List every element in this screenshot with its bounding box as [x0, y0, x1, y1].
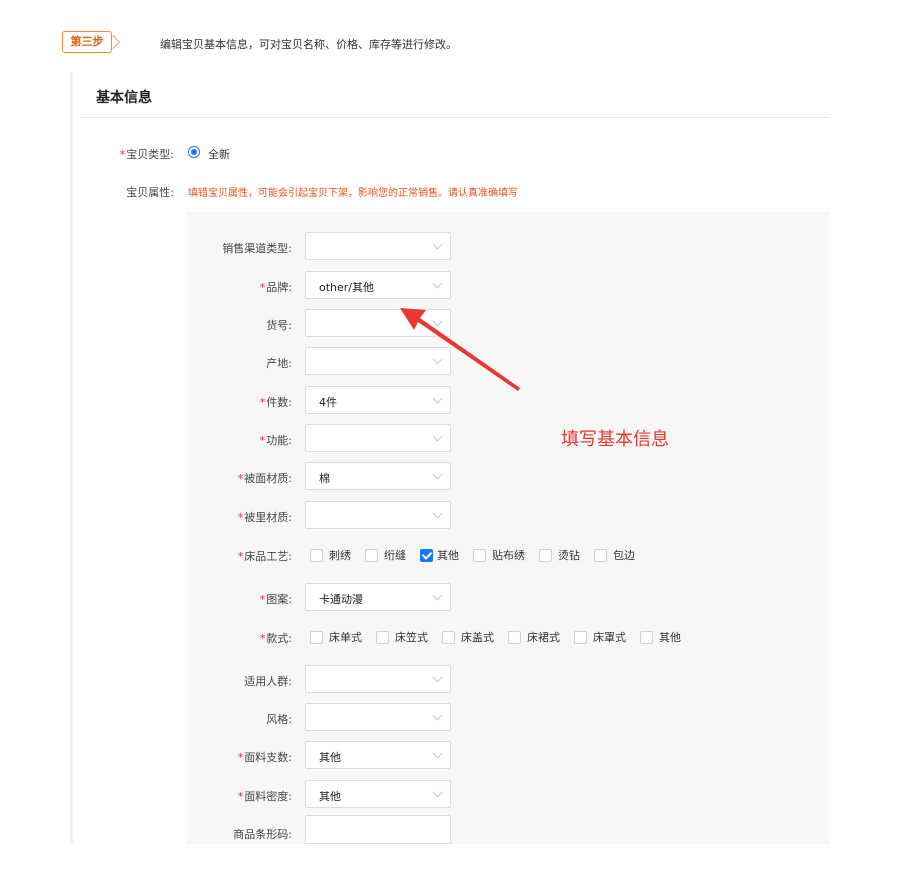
craft-checkbox-0[interactable] [310, 548, 323, 562]
style-checkbox-5[interactable] [640, 630, 653, 644]
step-badge: 第三步 [62, 31, 112, 53]
style-options: 床单式 床笠式 床盖式 床裙式 床罩式 其他 [310, 629, 695, 645]
style-option-label: 床裙式 [527, 631, 560, 644]
barcode-label: 商品条形码: [233, 828, 292, 841]
annotation-text: 填写基本信息 [561, 429, 669, 450]
style-option-label: 其他 [659, 631, 681, 644]
brand-select[interactable]: other/其他 [305, 271, 451, 299]
item-type-radio-new[interactable] [188, 146, 200, 158]
piece-count-label: *件数: [259, 396, 292, 409]
craft-option-label: 刺绣 [329, 549, 351, 562]
step-description: 编辑宝贝基本信息，可对宝贝名称、价格、库存等进行修改。 [160, 38, 457, 51]
item-type-label: *宝贝类型: [119, 148, 174, 161]
item-attr-label: 宝贝属性: [126, 186, 174, 199]
fabric-density-label: *面料密度: [237, 790, 292, 803]
left-rule [70, 72, 73, 844]
function-select[interactable] [305, 424, 451, 452]
style-checkbox-1[interactable] [376, 630, 389, 644]
pattern-select[interactable]: 卡通动漫 [305, 583, 451, 611]
item-number-label: 货号: [266, 319, 292, 332]
fabric-density-select[interactable]: 其他 [305, 780, 451, 808]
chevron-down-icon [432, 787, 443, 798]
sales-channel-select[interactable] [305, 232, 451, 260]
chevron-down-icon [432, 239, 443, 250]
style-type-select[interactable] [305, 703, 451, 731]
lining-material-label: *被里材质: [237, 511, 292, 524]
style-type-label: 风格: [266, 713, 292, 726]
craft-checkbox-4[interactable] [539, 548, 552, 562]
craft-option-label: 包边 [613, 549, 635, 562]
cover-material-select[interactable]: 棉 [305, 462, 451, 490]
style-option-label: 床单式 [329, 631, 362, 644]
craft-option-label: 烫钻 [558, 549, 580, 562]
style-checkbox-3[interactable] [508, 630, 521, 644]
annotation-arrow [400, 308, 520, 391]
pattern-label: *图案: [259, 593, 292, 606]
style-option-label: 床笠式 [395, 631, 428, 644]
section-divider [80, 117, 830, 118]
yarn-count-label: *面料支数: [237, 751, 292, 764]
craft-checkbox-5[interactable] [594, 548, 607, 562]
craft-checkbox-2[interactable] [420, 548, 433, 562]
brand-label: *品牌: [259, 281, 292, 294]
yarn-count-select[interactable]: 其他 [305, 741, 451, 769]
craft-option-label: 贴布绣 [492, 549, 525, 562]
audience-label: 适用人群: [244, 675, 292, 688]
lining-material-select[interactable] [305, 501, 451, 529]
cover-material-label: *被面材质: [237, 472, 292, 485]
section-title: 基本信息 [96, 90, 152, 106]
craft-checkbox-3[interactable] [473, 548, 486, 562]
craft-option-label: 绗缝 [384, 549, 406, 562]
sales-channel-label: 销售渠道类型: [222, 242, 292, 255]
item-type-option-label: 全新 [208, 148, 230, 161]
chevron-down-icon [432, 278, 443, 289]
craft-options: 刺绣 绗缝 其他 贴布绣 烫钻 包边 [310, 547, 649, 563]
item-attr-warning: 填错宝贝属性，可能会引起宝贝下架，影响您的正常销售。请认真准确填写 [188, 188, 518, 199]
chevron-down-icon [432, 431, 443, 442]
style-checkbox-2[interactable] [442, 630, 455, 644]
function-label: *功能: [259, 434, 292, 447]
chevron-down-icon [432, 469, 443, 480]
barcode-input[interactable] [305, 815, 451, 844]
style-checkbox-0[interactable] [310, 630, 323, 644]
origin-label: 产地: [266, 357, 292, 370]
craft-checkbox-1[interactable] [365, 548, 378, 562]
chevron-down-icon [432, 508, 443, 519]
chevron-down-icon [432, 672, 443, 683]
style-checkbox-4[interactable] [574, 630, 587, 644]
style-label: *款式: [259, 632, 292, 645]
style-option-label: 床盖式 [461, 631, 494, 644]
style-option-label: 床罩式 [593, 631, 626, 644]
craft-option-label: 其他 [437, 549, 459, 562]
chevron-down-icon [432, 590, 443, 601]
chevron-down-icon [432, 710, 443, 721]
chevron-down-icon [432, 748, 443, 759]
craft-label: *床品工艺: [237, 550, 292, 563]
audience-select[interactable] [305, 665, 451, 693]
